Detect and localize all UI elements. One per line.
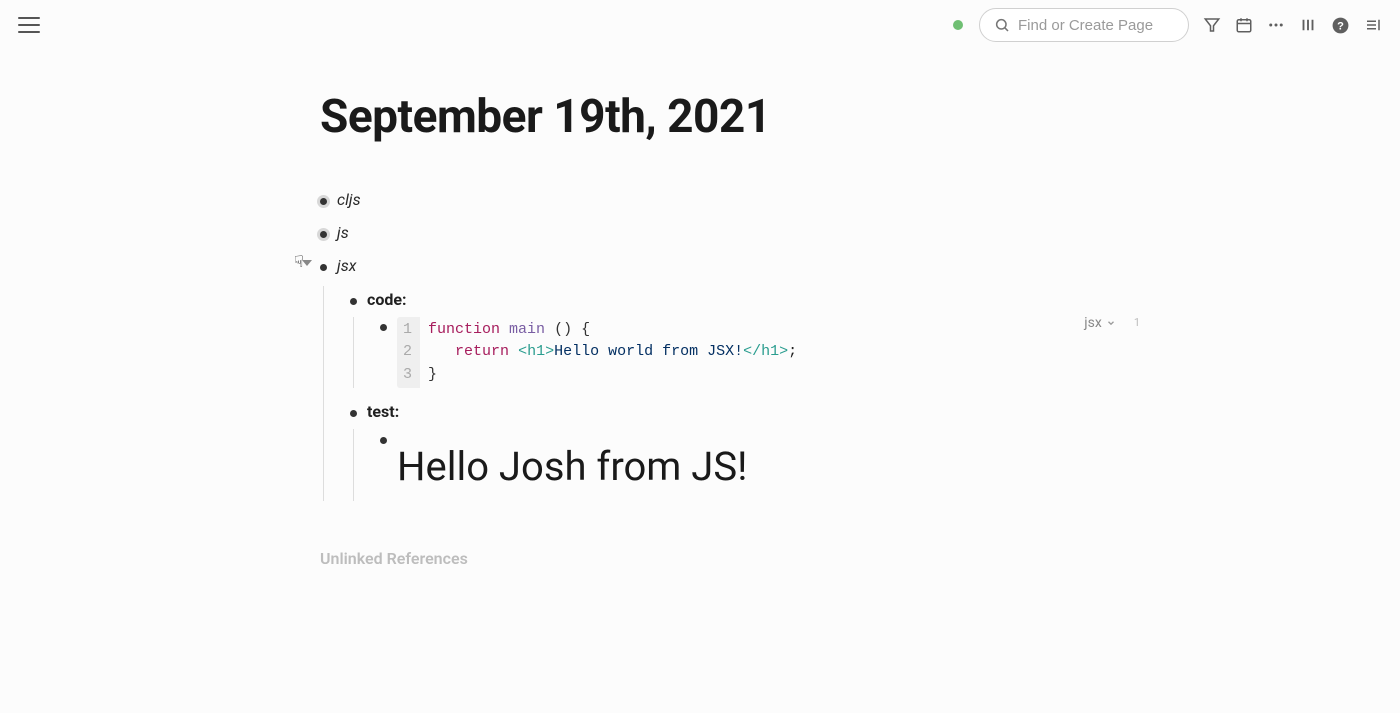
sync-status-dot[interactable] bbox=[953, 20, 963, 30]
code-lang-selector: jsx 1 bbox=[1084, 315, 1140, 331]
block-result[interactable]: Hello Josh from JS! bbox=[380, 429, 1100, 501]
code-lines[interactable]: function main () { return <h1>Hello worl… bbox=[420, 317, 805, 389]
topbar: ? bbox=[0, 0, 1400, 50]
code-editor[interactable]: 1 2 3 function main () { bbox=[397, 317, 1140, 389]
caret-down-icon[interactable] bbox=[302, 260, 312, 266]
result-heading: Hello Josh from JS! bbox=[397, 433, 1100, 501]
code-badge: 1 bbox=[1134, 316, 1140, 329]
block-js[interactable]: js bbox=[320, 219, 1100, 246]
svg-text:?: ? bbox=[1337, 20, 1344, 32]
unlinked-references[interactable]: Unlinked References bbox=[320, 549, 1100, 568]
block-test-label[interactable]: test: bbox=[350, 398, 1100, 425]
filter-icon[interactable] bbox=[1203, 16, 1221, 34]
code-children: 1 2 3 function main () { bbox=[353, 317, 1100, 389]
tag-cljs[interactable]: cljs bbox=[337, 186, 361, 213]
calendar-icon[interactable] bbox=[1235, 16, 1253, 34]
bullet-icon[interactable] bbox=[320, 198, 327, 205]
code-line[interactable]: } bbox=[428, 364, 797, 387]
line-number: 2 bbox=[403, 341, 412, 364]
line-number: 3 bbox=[403, 364, 412, 387]
search-box[interactable] bbox=[979, 8, 1189, 42]
chevron-down-icon bbox=[1106, 318, 1116, 328]
bullet-icon[interactable] bbox=[320, 264, 327, 271]
toolbar: ? bbox=[1203, 16, 1382, 35]
line-gutter: 1 2 3 bbox=[397, 317, 420, 389]
tag-jsx[interactable]: jsx bbox=[337, 252, 356, 279]
lang-label: jsx bbox=[1084, 315, 1102, 331]
page-title[interactable]: September 19th, 2021 bbox=[320, 90, 1100, 144]
right-sidebar-icon[interactable] bbox=[1364, 16, 1382, 34]
bullet-icon[interactable] bbox=[350, 410, 357, 417]
menu-icon[interactable] bbox=[18, 17, 40, 33]
bullet-icon[interactable] bbox=[380, 324, 387, 331]
search-icon bbox=[994, 17, 1010, 33]
line-number: 1 bbox=[403, 319, 412, 342]
help-icon[interactable]: ? bbox=[1331, 16, 1350, 35]
code-line[interactable]: function main () { bbox=[428, 319, 797, 342]
block-cljs[interactable]: cljs bbox=[320, 186, 1100, 213]
page-content: September 19th, 2021 cljs js jsx code: bbox=[0, 50, 1100, 568]
tag-js[interactable]: js bbox=[337, 219, 349, 246]
search-input[interactable] bbox=[1018, 17, 1174, 34]
more-icon[interactable] bbox=[1267, 16, 1285, 34]
bullet-icon[interactable] bbox=[380, 437, 387, 444]
label-test: test: bbox=[367, 398, 399, 425]
sidebar-toggle-icon[interactable] bbox=[1299, 16, 1317, 34]
test-children: Hello Josh from JS! bbox=[353, 429, 1100, 501]
bullet-icon[interactable] bbox=[350, 298, 357, 305]
label-code: code: bbox=[367, 286, 407, 313]
jsx-children: code: 1 2 3 function bbox=[323, 286, 1100, 502]
bullet-icon[interactable] bbox=[320, 231, 327, 238]
block-jsx[interactable]: jsx bbox=[320, 252, 1100, 279]
code-line[interactable]: return <h1>Hello world from JSX!</h1>; bbox=[428, 341, 797, 364]
block-code-label[interactable]: code: bbox=[350, 286, 1100, 313]
code-block[interactable]: 1 2 3 function main () { bbox=[380, 317, 1140, 389]
lang-dropdown[interactable]: jsx bbox=[1084, 315, 1116, 331]
